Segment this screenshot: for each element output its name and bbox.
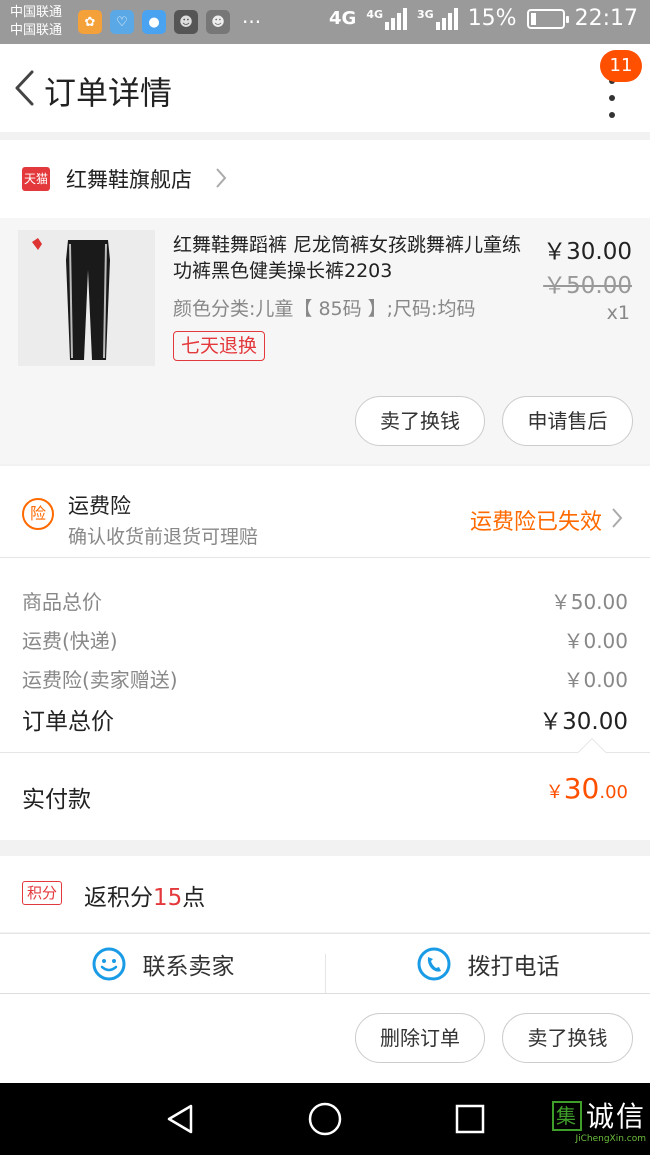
- watermark-main: 集诚信: [551, 1100, 646, 1133]
- cost-row: 运费险(卖家赠送) ￥0.00: [22, 664, 628, 693]
- carrier-2: 中国联通: [10, 23, 63, 38]
- product-item[interactable]: 红舞鞋舞蹈裤 尼龙筒裤女孩跳舞裤儿童练功裤黑色健美操长裤2203 颜色分类:儿童…: [0, 218, 650, 464]
- system-nav-bar: 集诚信 JiChengXin.com: [0, 1083, 650, 1155]
- divider: [0, 752, 650, 753]
- network-type-2: 4G: [366, 7, 383, 21]
- contact-seller-button[interactable]: 联系卖家: [0, 934, 325, 993]
- after-sale-button[interactable]: 申请售后: [502, 396, 633, 446]
- phone-icon: [417, 947, 450, 981]
- notification-icons: ✿ ♡ ● ☻ ☻ ···: [78, 10, 261, 34]
- store-name: 红舞鞋旗舰店: [66, 168, 192, 192]
- signal-icon-2: 3G: [417, 7, 458, 30]
- message-app-icon: ●: [142, 10, 166, 34]
- back-arrow-icon: [15, 70, 34, 106]
- app-header: 订单详情 11: [0, 44, 650, 132]
- notification-badge: 11: [600, 50, 642, 82]
- insurance-status: 运费险已失效: [469, 510, 602, 535]
- seven-day-return-badge: 七天退换: [173, 331, 266, 361]
- paid-currency: ￥: [545, 782, 564, 803]
- triangle-back-icon: [167, 1104, 193, 1134]
- status-bar: 中国联通 中国联通 ✿ ♡ ● ☻ ☻ ··· 4G 4G 3G 15% 22:…: [0, 0, 650, 44]
- order-total-value: ￥30.00: [539, 709, 628, 735]
- battery-icon: [526, 8, 569, 29]
- watermark-text: 诚信: [585, 1100, 646, 1133]
- points-tag: 积分: [22, 881, 63, 905]
- footer-sell-for-cash-button[interactable]: 卖了换钱: [502, 1013, 633, 1063]
- cost-value: ￥0.00: [563, 629, 628, 653]
- cost-row: 运费(快递) ￥0.00: [22, 625, 628, 654]
- nav-back-button[interactable]: [158, 1099, 202, 1139]
- insurance-subtitle: 确认收货前退货可理赔: [68, 526, 259, 548]
- contact-seller-label: 联系卖家: [142, 954, 235, 980]
- store-row[interactable]: 天猫 红舞鞋旗舰店: [0, 140, 650, 218]
- back-button[interactable]: [6, 66, 42, 110]
- product-image-icon: [18, 230, 155, 366]
- contact-photo-icon-2: ☻: [206, 10, 230, 34]
- chat-smile-icon: [92, 947, 125, 981]
- more-dot-icon: [609, 95, 615, 101]
- cost-label: 运费险(卖家赠送): [22, 668, 178, 692]
- battery-percent: 15%: [467, 6, 517, 31]
- call-phone-label: 拨打电话: [467, 954, 560, 980]
- product-sku: 颜色分类:儿童【 85码 】;尺码:均码: [173, 298, 476, 320]
- paid-label: 实付款: [22, 787, 91, 813]
- clock: 22:17: [574, 6, 638, 31]
- cost-row: 商品总价 ￥50.00: [22, 586, 628, 615]
- order-total-row: 订单总价 ￥30.00: [22, 702, 628, 736]
- contact-row: 联系卖家 拨打电话: [0, 933, 650, 993]
- product-quantity: x1: [606, 302, 630, 324]
- carrier-labels: 中国联通 中国联通: [10, 4, 62, 40]
- points-prefix: 返积分: [84, 885, 153, 911]
- paid-amount: ￥30.00: [546, 772, 628, 805]
- chevron-right-icon: [612, 508, 623, 528]
- points-number: 15: [153, 885, 183, 911]
- cost-label: 商品总价: [22, 590, 102, 614]
- network-type-3: 3G: [417, 7, 434, 21]
- network-type-1: 4G: [329, 8, 357, 29]
- order-total-label: 订单总价: [22, 709, 114, 735]
- chevron-right-icon: [216, 168, 227, 188]
- health-app-icon: ♡: [110, 10, 134, 34]
- insurance-icon: 险: [22, 498, 54, 530]
- more-notifications-icon: ···: [242, 10, 262, 34]
- contact-photo-icon: ☻: [174, 10, 198, 34]
- cost-summary: 商品总价 ￥50.00 运费(快递) ￥0.00 运费险(卖家赠送) ￥0.00…: [0, 558, 650, 840]
- cost-label: 运费(快递): [22, 629, 118, 653]
- product-original-price: ￥50.00: [543, 273, 632, 299]
- paid-integer: 30: [563, 772, 600, 805]
- circle-home-icon: [308, 1102, 342, 1136]
- tmall-icon: 天猫: [22, 167, 50, 191]
- caret-up-icon: [577, 737, 607, 767]
- points-suffix: 点: [182, 885, 206, 911]
- square-recents-icon: [455, 1104, 485, 1134]
- nav-recents-button[interactable]: [448, 1099, 492, 1139]
- delete-order-button[interactable]: 删除订单: [355, 1013, 485, 1063]
- product-title[interactable]: 红舞鞋舞蹈裤 尼龙筒裤女孩跳舞裤儿童练功裤黑色健美操长裤2203: [173, 232, 533, 284]
- sell-for-cash-button[interactable]: 卖了换钱: [355, 396, 485, 446]
- points-text: 返积分15点: [84, 878, 205, 912]
- insurance-title: 运费险: [68, 494, 131, 518]
- signal-icon-1: 4G: [366, 7, 407, 30]
- shipping-insurance-row[interactable]: 险 运费险 确认收货前退货可理赔 运费险已失效: [0, 466, 650, 558]
- more-menu-button[interactable]: [602, 78, 622, 118]
- cost-value: ￥50.00: [550, 590, 628, 614]
- watermark-box: 集: [551, 1101, 582, 1131]
- carrier-1: 中国联通: [10, 5, 63, 20]
- cost-value: ￥0.00: [563, 668, 628, 692]
- footer-action-bar: 删除订单 卖了换钱: [0, 993, 650, 1083]
- nav-home-button[interactable]: [303, 1099, 347, 1139]
- page-title: 订单详情: [44, 74, 173, 112]
- uc-browser-icon: ✿: [78, 10, 102, 34]
- product-price: ￥30.00: [543, 239, 632, 265]
- product-thumbnail[interactable]: [18, 230, 155, 366]
- points-row: 积分 返积分15点: [0, 856, 650, 932]
- more-dot-icon: [609, 112, 615, 118]
- status-right: 4G 4G 3G 15% 22:17: [329, 6, 638, 31]
- paid-decimal: .00: [599, 782, 628, 803]
- watermark-logo: 集诚信 JiChengXin.com: [551, 1100, 646, 1145]
- call-phone-button[interactable]: 拨打电话: [325, 934, 650, 993]
- watermark-sub: JiChengXin.com: [575, 1134, 646, 1144]
